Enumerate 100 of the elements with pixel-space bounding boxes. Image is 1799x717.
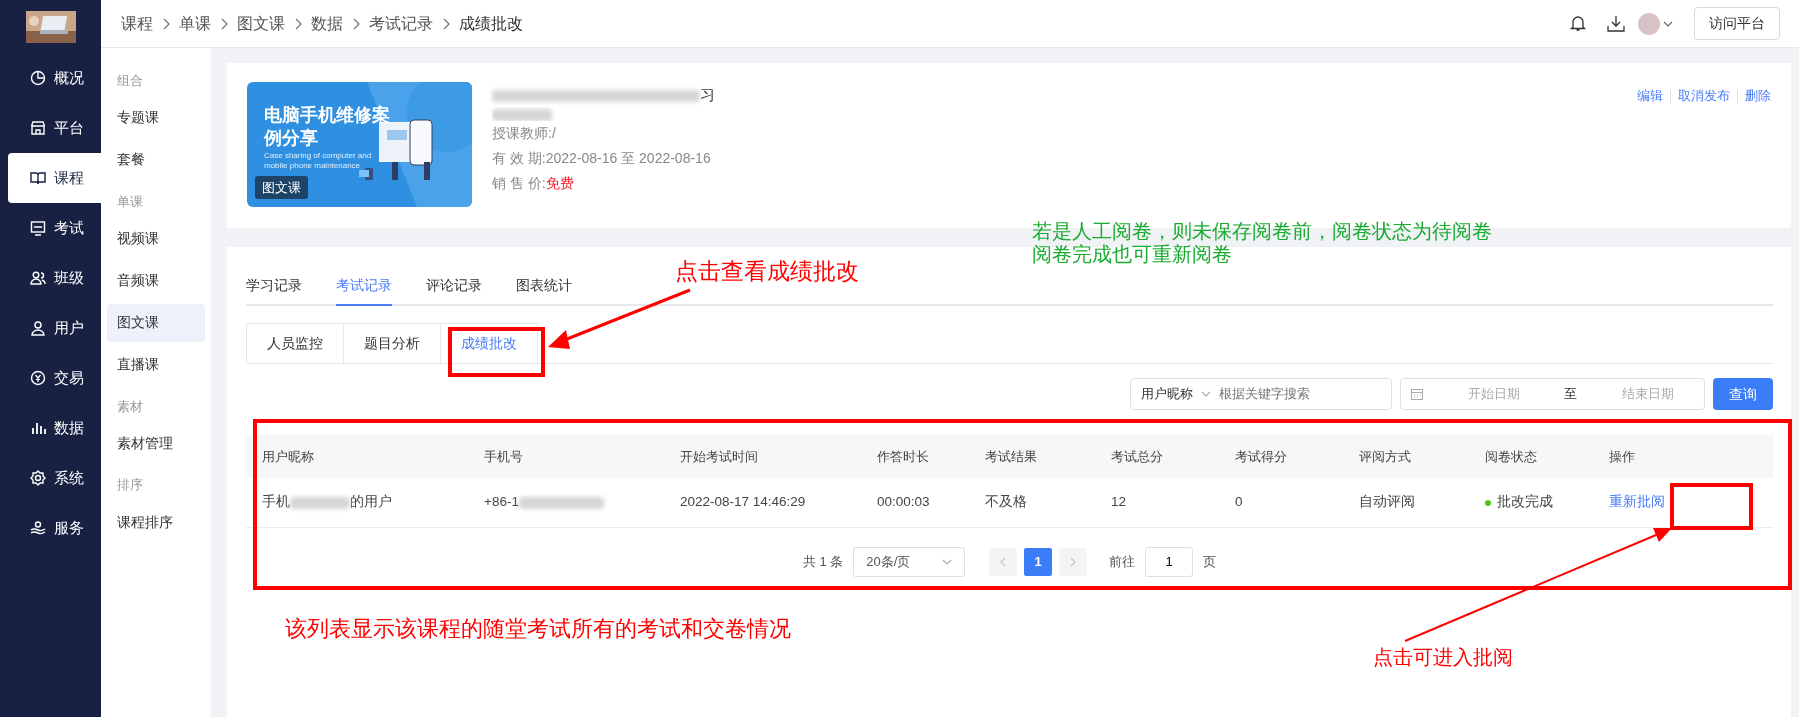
regrade-link[interactable]: 重新批阅 bbox=[1609, 494, 1665, 510]
date-range-field[interactable]: 开始日期 至 结束日期 bbox=[1400, 378, 1705, 410]
page-number-field[interactable]: 1 bbox=[1145, 546, 1194, 577]
column-header: 手机号 bbox=[479, 435, 675, 478]
tab[interactable]: 评论记录 bbox=[426, 275, 482, 306]
sidebar-item[interactable]: 概况 bbox=[8, 53, 101, 103]
sidebar-label: 交易 bbox=[54, 367, 84, 388]
monitor-icon bbox=[30, 220, 46, 236]
sidebar-label: 数据 bbox=[54, 417, 84, 438]
sidebar-label: 用户 bbox=[54, 317, 84, 338]
section-heading: 组合 bbox=[116, 73, 144, 90]
table-cell: 自动评阅 bbox=[1359, 494, 1415, 510]
pie-chart-icon bbox=[30, 70, 46, 86]
table-cell: 12 bbox=[1111, 494, 1127, 510]
column-header: 用户昵称 bbox=[246, 435, 479, 478]
sidebar-item[interactable]: 平台 bbox=[8, 103, 101, 153]
sidebar-item[interactable]: 班级 bbox=[8, 253, 101, 303]
subnav-item[interactable]: 视频课 bbox=[107, 219, 205, 258]
group-icon bbox=[30, 270, 46, 286]
subtab[interactable]: 成绩批改 bbox=[441, 323, 538, 363]
search-box[interactable]: 用户昵称 根据关键字搜索 bbox=[1130, 378, 1392, 410]
table-cell: 不及格 bbox=[985, 494, 1027, 510]
subnav-item[interactable]: 套餐 bbox=[107, 140, 205, 179]
nickname-select[interactable]: 用户昵称 bbox=[1141, 384, 1219, 404]
column-header: 评阅方式 bbox=[1354, 435, 1480, 478]
subnav-item[interactable]: 音频课 bbox=[107, 261, 205, 300]
end-date: 结束日期 bbox=[1621, 385, 1674, 404]
sidebar-item[interactable]: 服务 bbox=[8, 503, 101, 553]
subnav-item[interactable]: 课程排序 bbox=[107, 503, 205, 541]
section-heading: 排序 bbox=[116, 477, 144, 495]
breadcrumb-link[interactable]: 图文课 bbox=[237, 11, 285, 36]
annotation-text: 该列表显示该课程的随堂考试所有的考试和交卷情况 bbox=[285, 616, 791, 642]
tab[interactable]: 考试记录 bbox=[336, 275, 392, 306]
breadcrumb-link[interactable]: 单课 bbox=[179, 11, 211, 36]
tab[interactable]: 学习记录 bbox=[246, 275, 302, 306]
query-button[interactable]: 查询 bbox=[1713, 378, 1773, 410]
subnav-item[interactable]: 素材管理 bbox=[107, 424, 205, 463]
page-button[interactable]: 1 bbox=[1024, 547, 1053, 576]
sidebar-item[interactable]: 交易 bbox=[8, 353, 101, 403]
chevron-down-icon bbox=[1201, 391, 1211, 397]
sidebar-label: 系统 bbox=[54, 467, 84, 488]
annotation-text: 点击查看成绩批改 bbox=[675, 259, 859, 286]
user-icon bbox=[30, 320, 46, 336]
subnav-item[interactable]: 图文课 bbox=[107, 303, 205, 342]
start-date: 开始日期 bbox=[1467, 385, 1520, 404]
goto-suffix: 页 bbox=[1203, 552, 1217, 571]
sidebar-item[interactable]: 用户 bbox=[8, 303, 101, 353]
chevron-right-icon bbox=[162, 17, 170, 30]
chevron-down-icon[interactable] bbox=[1663, 20, 1673, 27]
action-link[interactable]: 编辑 bbox=[1637, 86, 1663, 106]
sidebar-item[interactable]: 系统 bbox=[8, 453, 101, 503]
action-link[interactable]: 取消发布 bbox=[1678, 86, 1730, 106]
column-header: 阅卷状态 bbox=[1480, 435, 1604, 478]
course-title: 习 bbox=[700, 86, 715, 103]
chevron-right-icon bbox=[352, 17, 360, 30]
course-type-badge: 图文课 bbox=[255, 175, 308, 199]
sidebar-item[interactable]: 课程 bbox=[8, 153, 101, 203]
sidebar-label: 平台 bbox=[54, 117, 84, 138]
store-icon bbox=[30, 120, 46, 136]
chevron-down-icon bbox=[942, 558, 953, 565]
visit-platform-button[interactable]: 访问平台 bbox=[1694, 7, 1780, 40]
bar-chart-icon bbox=[30, 420, 46, 436]
field-label: 销 售 价: bbox=[492, 174, 546, 193]
subtab[interactable]: 题目分析 bbox=[344, 323, 441, 363]
table-cell: +86-1 bbox=[484, 494, 604, 510]
column-header: 操作 bbox=[1604, 435, 1773, 478]
download-icon[interactable] bbox=[1606, 15, 1625, 32]
column-header: 考试总分 bbox=[1106, 435, 1230, 478]
chevron-right-icon bbox=[294, 17, 302, 30]
settings-icon bbox=[30, 470, 46, 486]
table-cell: 00:00:03 bbox=[877, 494, 930, 510]
separator: 至 bbox=[1564, 385, 1578, 404]
chevron-left-icon bbox=[1000, 556, 1007, 567]
field-label: 有 效 期: bbox=[492, 149, 546, 168]
chevron-right-icon bbox=[442, 17, 450, 30]
subnav-item[interactable]: 专题课 bbox=[107, 98, 205, 137]
breadcrumb-link[interactable]: 课程 bbox=[121, 11, 153, 36]
book-icon bbox=[30, 170, 46, 186]
subnav-item[interactable]: 直播课 bbox=[107, 345, 205, 384]
cover-title: 电脑手机维修案例分享 bbox=[264, 104, 391, 149]
sidebar-label: 概况 bbox=[54, 67, 84, 88]
bell-icon[interactable] bbox=[1569, 15, 1586, 32]
field-label: 授课教师: bbox=[492, 124, 552, 143]
sidebar-label: 班级 bbox=[54, 267, 84, 288]
sidebar-item[interactable]: 考试 bbox=[8, 203, 101, 253]
chevron-right-icon bbox=[1070, 556, 1077, 567]
page-size-select[interactable]: 20条/页 bbox=[853, 546, 966, 577]
blurred-text bbox=[492, 109, 552, 121]
tab[interactable]: 图表统计 bbox=[516, 275, 572, 306]
column-header: 作答时长 bbox=[872, 435, 980, 478]
breadcrumb-link[interactable]: 考试记录 bbox=[369, 11, 433, 36]
subtab[interactable]: 人员监控 bbox=[246, 323, 344, 363]
calendar-icon bbox=[1411, 388, 1423, 400]
breadcrumb-link[interactable]: 数据 bbox=[311, 11, 343, 36]
table-cell: 2022-08-17 14:46:29 bbox=[680, 494, 806, 510]
sidebar-item[interactable]: 数据 bbox=[8, 403, 101, 453]
action-link[interactable]: 删除 bbox=[1745, 86, 1771, 106]
hand-icon bbox=[30, 520, 46, 536]
sidebar-label: 课程 bbox=[54, 167, 84, 188]
column-header: 考试得分 bbox=[1230, 435, 1354, 478]
